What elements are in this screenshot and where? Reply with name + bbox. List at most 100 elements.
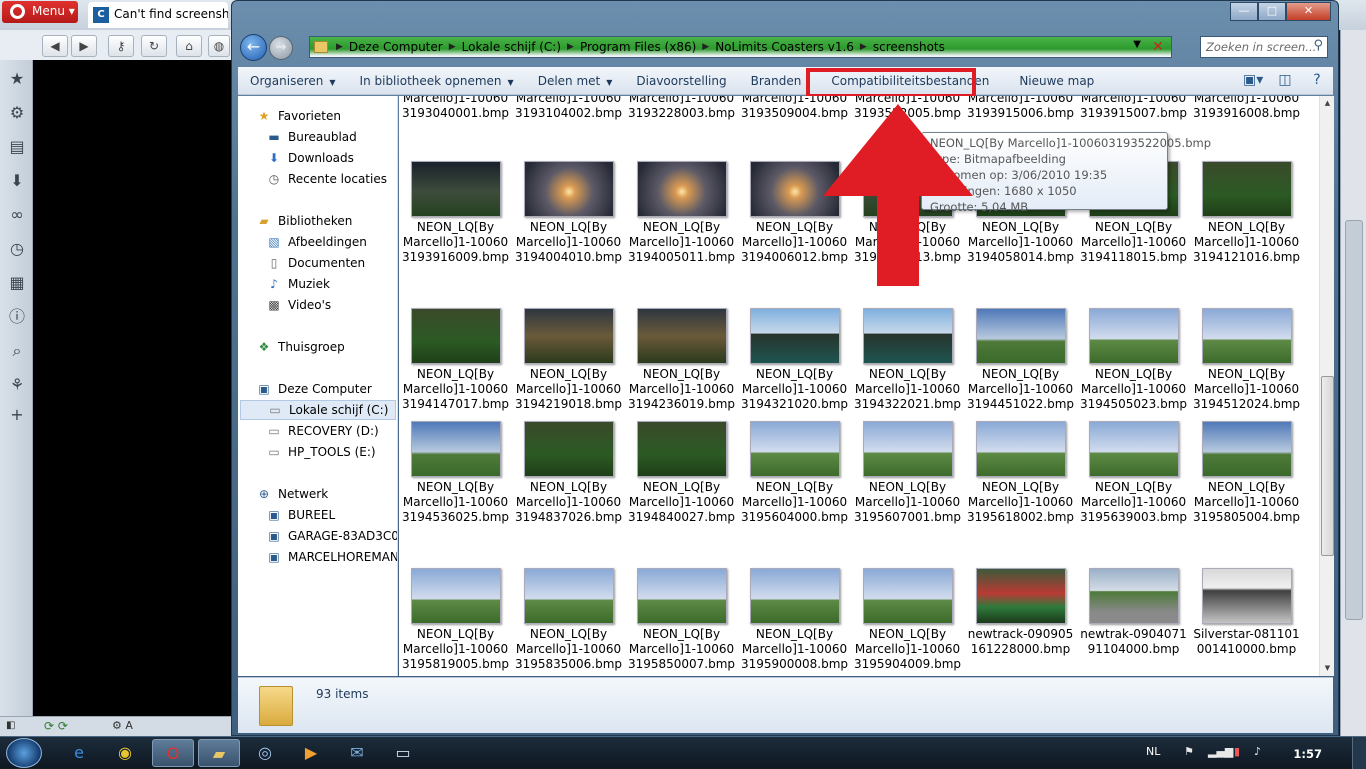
volume-icon[interactable]: ♪ <box>1254 745 1261 758</box>
file-item[interactable]: NEON_LQ[By Marcello]1-10060 3195904009.bmp <box>851 568 964 672</box>
include-library-button[interactable]: In bibliotheek opnemen ▼ <box>348 74 526 88</box>
close-button[interactable]: ✕ <box>1286 2 1331 21</box>
file-list-scrollbar[interactable]: ▲ ▼ <box>1319 96 1334 676</box>
stop-icon[interactable]: ✕ <box>1149 38 1167 56</box>
address-dropdown-icon[interactable]: ▼ <box>1133 39 1141 50</box>
forward-icon[interactable]: ▶ <box>71 35 97 57</box>
nav-homegroup[interactable]: ❖ Thuisgroep <box>256 337 345 357</box>
address-bar[interactable]: ▶ Deze Computer ▶ Lokale schijf (C:) ▶ P… <box>309 36 1172 58</box>
file-item[interactable]: newtrack-090905 161228000.bmp <box>964 568 1077 657</box>
search-icon[interactable]: ⚲ <box>1313 38 1323 53</box>
file-item[interactable]: NEON_LQ[By Marcello]1-10060 3194321020.bmp <box>738 308 851 412</box>
file-item[interactable]: Marcello]1-10060 3193040001.bmp <box>399 96 512 121</box>
nav-recent[interactable]: ◷ Recente locaties <box>266 169 387 189</box>
browser-scrollbar[interactable] <box>1340 30 1366 736</box>
nav-libraries[interactable]: ▰ Bibliotheken <box>256 211 352 231</box>
file-item[interactable]: NEON_LQ[By Marcello]1-10060 3194236019.bmp <box>625 308 738 412</box>
nav-drive-e[interactable]: ▭ HP_TOOLS (E:) <box>266 442 375 462</box>
history-icon[interactable]: ◷ <box>6 238 28 260</box>
nav-documents[interactable]: ▯ Documenten <box>266 253 365 273</box>
add-panel-icon[interactable]: + <box>6 404 28 426</box>
browser-scroll-thumb[interactable] <box>1345 220 1363 620</box>
search-icon[interactable]: ⌕ <box>6 340 28 362</box>
flag-icon[interactable]: ⚑ <box>1184 745 1194 758</box>
explorer-forward-button[interactable]: → <box>269 36 293 60</box>
panel-toggle-icon[interactable]: ◧ <box>6 720 15 731</box>
breadcrumb-nolimits[interactable]: NoLimits Coasters v1.6 <box>711 40 858 54</box>
file-item[interactable]: NEON_LQ[By Marcello]1-10060 3194505023.bmp <box>1077 308 1190 412</box>
file-item[interactable]: NEON_LQ[By Marcello]1-10060 3194005011.bmp <box>625 161 738 265</box>
mail-icon[interactable]: ✉ <box>336 739 378 767</box>
breadcrumb-computer[interactable]: Deze Computer <box>345 40 447 54</box>
file-item[interactable]: NEON_LQ[By Marcello]1-10060 3195805004.bmp <box>1190 421 1303 525</box>
reload-icon[interactable]: ↻ <box>141 35 167 57</box>
help-icon[interactable]: ? <box>1307 71 1327 89</box>
language-indicator[interactable]: NL <box>1146 745 1160 758</box>
notes-icon[interactable]: ▤ <box>6 136 28 158</box>
zoom-icon[interactable]: ⚙ A <box>112 719 133 732</box>
file-item[interactable]: NEON_LQ[By Marcello]1-10060 3195850007.bmp <box>625 568 738 672</box>
burn-button[interactable]: Branden <box>739 74 814 88</box>
file-item[interactable]: NEON_LQ[By Marcello]1-10060 3193916009.bmp <box>399 161 512 265</box>
back-icon[interactable]: ◀ <box>42 35 68 57</box>
breadcrumb-program-files[interactable]: Program Files (x86) <box>576 40 700 54</box>
breadcrumb-drive[interactable]: Lokale schijf (C:) <box>458 40 565 54</box>
file-item[interactable]: NEON_LQ[By Marcello]1-10060 3195835006.bmp <box>512 568 625 672</box>
file-item[interactable]: Marcello]1-10060 3193915007.bmp <box>1077 96 1190 121</box>
file-item[interactable]: NEON_LQ[By Marcello]1-10060 3194219018.bmp <box>512 308 625 412</box>
links-icon[interactable]: ∞ <box>6 204 28 226</box>
file-item[interactable]: NEON_LQ[By Marcello]1-10060 3195607001.bmp <box>851 421 964 525</box>
nav-net-bureel[interactable]: ▣ BUREEL <box>266 505 335 525</box>
file-item[interactable]: newtrak-0904071 91104000.bmp <box>1077 568 1190 657</box>
start-button[interactable] <box>6 738 42 768</box>
search-input[interactable]: Zoeken in screen... ⚲ <box>1200 36 1328 58</box>
internet-explorer-icon[interactable]: e <box>58 739 100 767</box>
file-item[interactable]: Marcello]1-10060 3193104002.bmp <box>512 96 625 121</box>
settings-icon[interactable]: ⚙ <box>6 102 28 124</box>
network-signal-icon[interactable]: ▂▄▆ <box>1208 745 1233 758</box>
file-item[interactable]: NEON_LQ[By Marcello]1-10060 3195639003.bmp <box>1077 421 1190 525</box>
file-item[interactable]: NEON_LQ[By Marcello]1-10060 3194147017.bmp <box>399 308 512 412</box>
nav-desktop[interactable]: ▬ Bureaublad <box>266 127 356 147</box>
opera-menu-button[interactable]: Menu ▾ <box>2 1 78 23</box>
opera-taskbar-icon[interactable]: O <box>152 739 194 767</box>
slideshow-button[interactable]: Diavoorstelling <box>624 74 738 88</box>
minimize-button[interactable]: — <box>1230 2 1258 21</box>
browser-tab[interactable]: C Can't find screenshots <box>88 2 228 28</box>
info-icon[interactable]: ⓘ <box>6 306 28 328</box>
home-icon[interactable]: ⌂ <box>176 35 202 57</box>
nav-pictures[interactable]: ▧ Afbeeldingen <box>266 232 367 252</box>
media-center-icon[interactable]: ▶ <box>290 739 332 767</box>
clock[interactable]: 1:57 <box>1293 747 1322 761</box>
widgets-icon[interactable]: ⚘ <box>6 374 28 396</box>
file-item[interactable]: Marcello]1-10060 3193228003.bmp <box>625 96 738 121</box>
nav-drive-c[interactable]: ▭ Lokale schijf (C:) <box>240 400 396 420</box>
file-item[interactable]: NEON_LQ[By Marcello]1-10060 3194536025.bmp <box>399 421 512 525</box>
nav-drive-d[interactable]: ▭ RECOVERY (D:) <box>266 421 378 441</box>
file-item[interactable]: NEON_LQ[By Marcello]1-10060 3194121016.bmp <box>1190 161 1303 265</box>
key-icon[interactable]: ⚷ <box>108 35 134 57</box>
new-folder-button[interactable]: Nieuwe map <box>1007 74 1106 88</box>
windows-icon[interactable]: ▦ <box>6 272 28 294</box>
nav-videos[interactable]: ▩ Video's <box>266 295 331 315</box>
file-item[interactable]: NEON_LQ[By Marcello]1-10060 3195618002.bmp <box>964 421 1077 525</box>
file-item[interactable]: NEON_LQ[By Marcello]1-10060 3194837026.bmp <box>512 421 625 525</box>
chrome-icon[interactable]: ◉ <box>104 739 146 767</box>
organize-button[interactable]: Organiseren ▼ <box>238 74 348 88</box>
sync-icon[interactable]: ⟳ ⟳ <box>44 719 68 733</box>
nav-network[interactable]: ⊕ Netwerk <box>256 484 328 504</box>
nav-computer[interactable]: ▣ Deze Computer <box>256 379 371 399</box>
file-item[interactable]: NEON_LQ[By Marcello]1-10060 3194322021.bmp <box>851 308 964 412</box>
file-item[interactable]: NEON_LQ[By Marcello]1-10060 3195900008.bmp <box>738 568 851 672</box>
file-item[interactable]: NEON_LQ[By Marcello]1-10060 3194004010.bmp <box>512 161 625 265</box>
explorer-taskbar-icon[interactable]: ▰ <box>198 739 240 767</box>
scroll-up-icon[interactable]: ▲ <box>1320 96 1335 111</box>
file-item[interactable]: NEON_LQ[By Marcello]1-10060 3195819005.bmp <box>399 568 512 672</box>
view-options-icon[interactable]: ▣▾ <box>1243 71 1263 89</box>
file-item[interactable]: NEON_LQ[By Marcello]1-10060 3194451022.bmp <box>964 308 1077 412</box>
file-item[interactable]: Marcello]1-10060 3193915006.bmp <box>964 96 1077 121</box>
scroll-thumb[interactable] <box>1321 376 1334 556</box>
nav-net-marcel[interactable]: ▣ MARCELHOREMANS <box>266 547 397 567</box>
download-icon[interactable]: ⬇ <box>6 170 28 192</box>
file-item[interactable]: NEON_LQ[By Marcello]1-10060 3194512024.bmp <box>1190 308 1303 412</box>
